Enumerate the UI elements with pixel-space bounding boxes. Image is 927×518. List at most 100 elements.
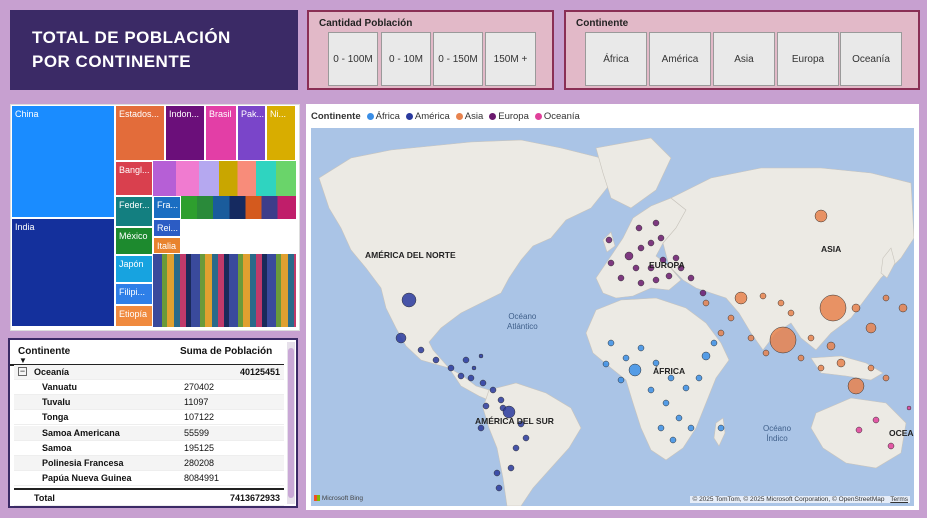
population-bubble-asia[interactable] <box>777 299 785 307</box>
population-bubble-europa[interactable] <box>652 276 660 284</box>
population-bubble-asia[interactable] <box>819 294 847 322</box>
population-bubble-america[interactable] <box>395 332 407 344</box>
population-bubble-asia[interactable] <box>851 303 861 313</box>
treemap-tile-estados-unidos[interactable]: Estados... <box>115 105 165 161</box>
treemap-tile-bangladesh[interactable]: Bangl... <box>115 161 153 196</box>
slicer-option-150m-plus[interactable]: 150M + <box>485 32 536 86</box>
population-bubble-africa[interactable] <box>662 399 670 407</box>
copyright-text[interactable]: © 2025 TomTom, © 2025 Microsoft Corporat… <box>692 496 884 503</box>
population-bubble-africa[interactable] <box>695 374 703 382</box>
population-bubble-europa[interactable] <box>635 224 643 232</box>
population-bubble-europa[interactable] <box>632 264 640 272</box>
legend-item-africa[interactable]: África <box>366 111 400 122</box>
population-bubble-africa[interactable] <box>607 339 615 347</box>
population-bubble-asia[interactable] <box>814 209 828 223</box>
population-bubble-asia[interactable] <box>898 303 908 313</box>
population-bubble-america[interactable] <box>401 292 417 308</box>
treemap-tile-francia[interactable]: Fra... <box>153 196 181 219</box>
treemap-tile-filipinas[interactable]: Filipi... <box>115 283 153 305</box>
population-bubble-africa[interactable] <box>669 436 677 444</box>
population-bubble-europa[interactable] <box>687 274 695 282</box>
population-bubble-asia[interactable] <box>847 377 865 395</box>
population-bubble-asia[interactable] <box>836 358 846 368</box>
population-bubble-asia[interactable] <box>867 364 875 372</box>
slicer-option-0-100m[interactable]: 0 - 100M <box>328 32 378 86</box>
treemap-tile-italia[interactable]: Italia <box>153 237 181 254</box>
population-bubble-europa[interactable] <box>617 274 625 282</box>
population-bubble-asia[interactable] <box>759 292 767 300</box>
treemap-tile-pakistan[interactable]: Pak... <box>237 105 266 161</box>
table-group-row[interactable]: − Oceanía 40125451 <box>14 365 284 380</box>
population-bubble-asia[interactable] <box>797 354 805 362</box>
population-bubble-africa[interactable] <box>617 376 625 384</box>
population-bubble-asia[interactable] <box>769 326 797 354</box>
slicer-option-africa[interactable]: África <box>585 32 647 86</box>
population-bubble-oceania[interactable] <box>872 416 880 424</box>
population-bubble-asia[interactable] <box>826 341 836 351</box>
slicer-option-america[interactable]: América <box>649 32 711 86</box>
treemap-tile-federacion-rusa[interactable]: Feder... <box>115 196 153 227</box>
population-bubble-europa[interactable] <box>657 234 665 242</box>
population-bubble-asia[interactable] <box>747 334 755 342</box>
population-bubble-america[interactable] <box>489 386 497 394</box>
population-bubble-europa[interactable] <box>665 272 673 280</box>
population-bubble-europa[interactable] <box>699 289 707 297</box>
population-bubble-africa[interactable] <box>717 424 725 432</box>
population-bubble-africa[interactable] <box>637 344 645 352</box>
population-bubble-america[interactable] <box>462 356 470 364</box>
slicer-option-0-10m[interactable]: 0 - 10M <box>381 32 431 86</box>
population-bubble-america[interactable] <box>497 396 505 404</box>
sort-desc-icon[interactable]: ▼ <box>19 356 27 365</box>
legend-item-asia[interactable]: Asia <box>455 111 483 122</box>
population-bubble-asia[interactable] <box>734 291 748 305</box>
population-bubble-america[interactable] <box>478 353 484 359</box>
treemap-tile-india[interactable]: India <box>11 218 115 327</box>
population-bubble-asia[interactable] <box>727 314 735 322</box>
population-bubble-europa[interactable] <box>624 251 634 261</box>
population-bubble-america[interactable] <box>512 444 520 452</box>
population-bubble-asia[interactable] <box>762 349 770 357</box>
legend-item-america[interactable]: América <box>405 111 450 122</box>
world-map[interactable]: AMÉRICA DEL NORTE AMÉRICA DEL SUR EUROPA… <box>311 128 914 506</box>
population-bubble-america[interactable] <box>457 372 465 380</box>
treemap-tile-mexico[interactable]: México <box>115 227 153 255</box>
collapse-icon[interactable]: − <box>18 367 27 376</box>
population-bubble-europa[interactable] <box>605 236 613 244</box>
population-bubble-oceania[interactable] <box>887 442 895 450</box>
population-bubble-asia[interactable] <box>882 294 890 302</box>
treemap-tile-brasil[interactable]: Brasil <box>205 105 237 161</box>
population-bubble-asia[interactable] <box>865 322 877 334</box>
slicer-option-asia[interactable]: Asia <box>713 32 775 86</box>
legend-item-oceania[interactable]: Oceanía <box>534 111 580 122</box>
population-bubble-europa[interactable] <box>607 259 615 267</box>
slicer-option-oceania[interactable]: Oceanía <box>840 32 902 86</box>
population-bubble-oceania[interactable] <box>855 426 863 434</box>
table-scroll-thumb[interactable] <box>288 348 294 498</box>
population-bubble-africa[interactable] <box>602 360 610 368</box>
population-bubble-africa[interactable] <box>628 363 642 377</box>
population-bubble-america[interactable] <box>522 434 530 442</box>
population-bubble-america[interactable] <box>417 346 425 354</box>
legend-item-europa[interactable]: Europa <box>489 111 529 122</box>
population-bubble-america[interactable] <box>471 365 477 371</box>
slicer-option-europa[interactable]: Europa <box>777 32 839 86</box>
population-bubble-america[interactable] <box>447 364 455 372</box>
terms-link[interactable]: Terms <box>890 496 908 503</box>
population-bubble-africa[interactable] <box>710 339 718 347</box>
treemap-tile-etiopia[interactable]: Etiopía <box>115 305 153 327</box>
population-bubble-america[interactable] <box>467 374 475 382</box>
population-bubble-europa[interactable] <box>652 219 660 227</box>
population-bubble-oceania[interactable] <box>906 405 912 411</box>
population-bubble-america[interactable] <box>432 356 440 364</box>
slicer-option-0-150m[interactable]: 0 - 150M <box>433 32 483 86</box>
population-bubble-america[interactable] <box>493 469 501 477</box>
population-bubble-africa[interactable] <box>682 384 690 392</box>
population-bubble-europa[interactable] <box>647 239 655 247</box>
population-bubble-asia[interactable] <box>817 364 825 372</box>
population-bubble-asia[interactable] <box>882 374 890 382</box>
treemap-tile-japon[interactable]: Japón <box>115 255 153 283</box>
population-bubble-africa[interactable] <box>657 424 665 432</box>
population-bubble-asia[interactable] <box>807 334 815 342</box>
population-bubble-europa[interactable] <box>637 244 645 252</box>
treemap-tile-indonesia[interactable]: Indon... <box>165 105 205 161</box>
